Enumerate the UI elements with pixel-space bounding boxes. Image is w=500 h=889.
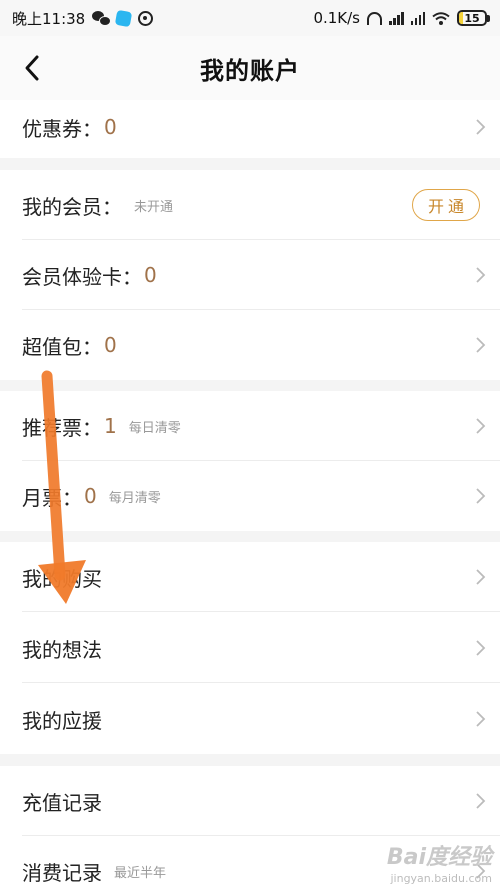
chevron-right-icon xyxy=(476,337,486,353)
wechat-icon xyxy=(92,11,112,26)
headphone-icon xyxy=(367,11,382,25)
row-super-pack[interactable]: 超值包： 0 xyxy=(0,310,500,380)
music-icon xyxy=(138,10,154,26)
back-arrow-icon xyxy=(25,55,39,81)
row-my-purchase[interactable]: 我的购买 xyxy=(0,542,500,612)
row-monthly-ticket[interactable]: 月票： 0 每月清零 xyxy=(0,461,500,531)
battery-level: 15 xyxy=(464,11,480,25)
status-time: 晚上11:38 xyxy=(12,9,86,28)
back-button[interactable] xyxy=(14,50,50,86)
chevron-right-icon xyxy=(476,793,486,809)
network-speed: 0.1K/s xyxy=(313,9,360,27)
member-trial-card-label: 会员体验卡： xyxy=(22,264,142,289)
monthly-ticket-note: 每月清零 xyxy=(108,490,161,506)
watermark-url: jingyan.baidu.com xyxy=(390,871,492,885)
row-member-trial-card[interactable]: 会员体验卡： 0 xyxy=(0,240,500,310)
chevron-right-icon xyxy=(476,488,486,504)
signal-icon-2 xyxy=(410,11,425,25)
consume-record-note: 最近半年 xyxy=(114,865,167,881)
nav-bar: 我的账户 xyxy=(0,36,500,100)
open-membership-button[interactable]: 开通 xyxy=(412,189,480,221)
wifi-icon xyxy=(432,11,450,25)
membership-label: 我的会员： xyxy=(22,194,122,219)
membership-status: 未开通 xyxy=(134,199,174,215)
row-my-support[interactable]: 我的应援 xyxy=(0,684,500,754)
group-coupon: 优惠券： 0 xyxy=(0,100,500,158)
chevron-right-icon xyxy=(476,640,486,656)
monthly-ticket-value: 0 xyxy=(84,484,97,508)
group-membership: 我的会员： 未开通 开通 会员体验卡： 0 超值包： 0 xyxy=(0,170,500,380)
recommend-ticket-value: 1 xyxy=(104,414,117,438)
row-recommend-ticket[interactable]: 推荐票： 1 每日清零 xyxy=(0,391,500,461)
chevron-right-icon xyxy=(476,418,486,434)
page-title: 我的账户 xyxy=(200,56,300,85)
super-pack-value: 0 xyxy=(104,333,117,357)
watermark-logo: Bai度经验 xyxy=(386,845,492,871)
monthly-ticket-label: 月票： xyxy=(22,485,82,510)
app-notification-icon xyxy=(115,9,133,27)
coupon-label: 优惠券： xyxy=(22,116,102,141)
group-tickets: 推荐票： 1 每日清零 月票： 0 每月清零 xyxy=(0,391,500,531)
chevron-right-icon xyxy=(476,119,486,135)
super-pack-label: 超值包： xyxy=(22,334,102,359)
recharge-record-label: 充值记录 xyxy=(22,790,102,815)
coupon-value: 0 xyxy=(104,115,117,139)
battery-fill xyxy=(459,12,463,24)
row-recharge-record[interactable]: 充值记录 xyxy=(0,766,500,836)
status-right: 0.1K/s 15 xyxy=(313,9,490,27)
row-coupon[interactable]: 优惠券： 0 xyxy=(0,92,500,162)
chevron-right-icon xyxy=(476,569,486,585)
watermark: Bai度经验 jingyan.baidu.com xyxy=(387,845,492,885)
my-support-label: 我的应援 xyxy=(22,708,102,733)
member-trial-card-value: 0 xyxy=(144,263,157,287)
chevron-right-icon xyxy=(476,267,486,283)
row-membership[interactable]: 我的会员： 未开通 开通 xyxy=(0,170,500,240)
my-thoughts-label: 我的想法 xyxy=(22,637,102,662)
status-bar: 晚上11:38 0.1K/s 15 xyxy=(0,0,500,36)
status-left: 晚上11:38 xyxy=(12,8,154,29)
chevron-right-icon xyxy=(476,711,486,727)
row-my-thoughts[interactable]: 我的想法 xyxy=(0,613,500,683)
recommend-ticket-note: 每日清零 xyxy=(128,420,181,436)
battery-icon: 15 xyxy=(457,10,490,26)
consume-record-label: 消费记录 xyxy=(22,860,102,885)
group-activity: 我的购买 我的想法 我的应援 xyxy=(0,542,500,754)
my-purchase-label: 我的购买 xyxy=(22,566,102,591)
signal-icon xyxy=(389,11,404,25)
recommend-ticket-label: 推荐票： xyxy=(22,415,102,440)
